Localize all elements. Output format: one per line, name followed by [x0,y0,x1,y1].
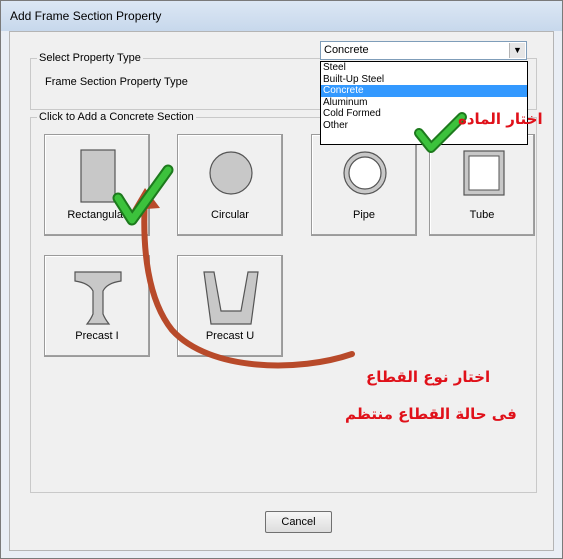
window-title: Add Frame Section Property [10,9,162,23]
property-type-select[interactable]: Concrete ▼ [320,41,527,60]
tube-shape-icon [463,150,505,196]
precast-i-shape-icon [74,271,122,325]
tile-label-pipe: Pipe [352,209,376,221]
annotation-material-note: اختار الماده [458,110,543,128]
annotation-section-note-line1: اختار نوع القطاع [366,368,491,386]
circular-section-button[interactable]: Circular [177,134,283,236]
tile-label-precast-i: Precast I [75,330,119,342]
tile-label-rectangular: Rectangular [67,209,127,221]
option-aluminum[interactable]: Aluminum [321,97,527,109]
circle-shape-icon [209,151,253,195]
annotation-section-note-line2: فى حالة القطاع منتظم [345,405,517,423]
property-type-label: Frame Section Property Type [45,76,188,88]
property-type-dropdown-list: Steel Built-Up Steel Concrete Aluminum C… [320,61,528,145]
precast-i-section-button[interactable]: Precast I [44,255,150,357]
pipe-section-button[interactable]: Pipe [311,134,417,236]
rectangular-section-button[interactable]: Rectangular [44,134,150,236]
precast-u-shape-icon [203,271,259,325]
sections-group-title: Click to Add a Concrete Section [37,110,196,124]
precast-u-section-button[interactable]: Precast U [177,255,283,357]
rectangle-shape-icon [80,149,116,203]
property-type-selected-value: Concrete [324,44,369,56]
tube-section-button[interactable]: Tube [429,134,535,236]
property-type-group-title: Select Property Type [37,51,143,65]
option-built-up-steel[interactable]: Built-Up Steel [321,74,527,86]
chevron-down-icon[interactable]: ▼ [509,43,525,58]
pipe-shape-icon [343,151,387,195]
tile-label-precast-u: Precast U [205,330,255,342]
option-concrete[interactable]: Concrete [321,85,527,97]
tile-label-circular: Circular [211,209,249,221]
cancel-button[interactable]: Cancel [265,511,332,533]
add-frame-section-dialog: Add Frame Section Property Select Proper… [0,0,563,559]
title-bar: Add Frame Section Property [1,1,562,31]
option-steel[interactable]: Steel [321,62,527,74]
tile-label-tube: Tube [469,209,495,221]
